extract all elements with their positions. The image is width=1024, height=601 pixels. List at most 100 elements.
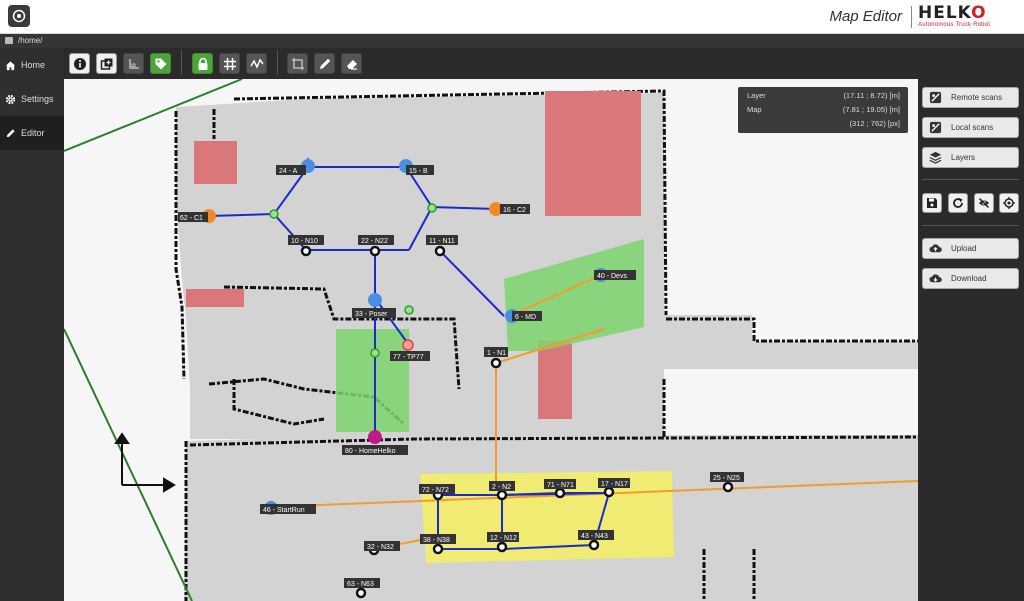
route-waypoint[interactable] (370, 348, 380, 358)
node-label: 46 - StartRun (263, 507, 305, 514)
route-node[interactable] (722, 481, 734, 493)
breadcrumb: /home/ (0, 34, 1024, 48)
pin-marker[interactable] (367, 430, 382, 444)
node-label: 22 - N22 (361, 238, 388, 245)
node-label: 12 - N12 (490, 535, 517, 542)
lock-icon (198, 57, 207, 70)
refresh-button[interactable] (948, 193, 968, 213)
route-node[interactable] (355, 587, 367, 599)
layers-icon (929, 151, 942, 164)
folder-icon (5, 37, 13, 44)
layer-label: Layer (747, 91, 766, 100)
info-button[interactable] (69, 53, 90, 74)
crop-icon (291, 57, 304, 70)
sidebar-item-settings[interactable]: Settings (0, 82, 64, 116)
map-canvas[interactable]: 24 - A 15 - B 62 - C1 16 - C2 10 - N10 2… (64, 79, 918, 601)
grid-icon (223, 57, 236, 70)
cloud-download-icon (929, 274, 942, 283)
app-logo-button[interactable] (8, 5, 30, 27)
breadcrumb-path[interactable]: /home/ (18, 36, 42, 45)
axis-button[interactable] (123, 53, 144, 74)
sidebar-item-editor[interactable]: Editor (0, 116, 64, 150)
remote-scans-button[interactable]: Remote scans (922, 87, 1019, 108)
route-waypoint[interactable] (402, 339, 414, 351)
map-coords-row: Map (7.81 ; 19.05) [m] (747, 105, 900, 117)
panel-divider (922, 179, 1019, 180)
route-node[interactable] (496, 541, 508, 553)
scan-icon (929, 121, 942, 134)
grid-button[interactable] (219, 53, 240, 74)
work-zone[interactable] (336, 329, 409, 432)
local-scans-label: Local scans (951, 123, 994, 132)
route-node[interactable] (490, 357, 502, 369)
editor-toolbar (64, 48, 1024, 79)
toggle-visibility-button[interactable] (974, 193, 994, 213)
px-coords-row: (312 ; 762) [px] (747, 119, 900, 131)
coordinates-panel: Layer (17.11 ; 8.72) [m] Map (7.81 ; 19.… (738, 87, 908, 133)
brand-tagline: Autonomous Truck Robot (918, 22, 991, 28)
route-node[interactable] (432, 543, 444, 555)
node-label: 1 - N1 (487, 350, 506, 357)
sidebar: Home Settings Editor (0, 48, 64, 601)
route-waypoint[interactable] (427, 203, 437, 213)
layers-button[interactable]: Layers (922, 147, 1019, 168)
route-node[interactable] (554, 487, 566, 499)
route-waypoint[interactable] (269, 209, 279, 219)
route-node[interactable] (588, 539, 600, 551)
sidebar-item-home[interactable]: Home (0, 48, 64, 82)
path-button[interactable] (246, 53, 267, 74)
route-node[interactable] (434, 245, 446, 257)
node-label: 15 - B (409, 168, 428, 175)
top-bar: Map Editor HELKO Autonomous Truck Robot (0, 0, 1024, 34)
node-label: 24 - A (279, 168, 298, 175)
save-button[interactable] (922, 193, 942, 213)
upload-label: Upload (951, 244, 977, 253)
route-node[interactable] (369, 245, 381, 257)
crop-button[interactable] (287, 53, 308, 74)
restricted-zone[interactable] (194, 141, 237, 184)
node-label: 72 - N72 (422, 487, 449, 494)
pencil-icon (6, 128, 15, 137)
node-label: 6 - MD (515, 314, 536, 321)
route-node[interactable] (496, 489, 508, 501)
locate-button[interactable] (999, 193, 1019, 213)
draw-button[interactable] (314, 53, 335, 74)
sidebar-item-label: Editor (21, 128, 45, 138)
cloud-upload-icon (929, 244, 942, 253)
node-label: 63 - N63 (347, 581, 374, 588)
gear-icon (5, 94, 16, 104)
node-label: 32 - N32 (367, 544, 394, 551)
remote-scans-label: Remote scans (951, 93, 1003, 102)
pin-marker[interactable] (367, 293, 382, 307)
map-value: (7.81 ; 19.05) [m] (842, 105, 900, 114)
restricted-zone[interactable] (186, 289, 244, 307)
layers-label: Layers (951, 153, 976, 162)
brand-logo: HELKO Autonomous Truck Robot (916, 3, 1012, 31)
upload-button[interactable]: Upload (922, 238, 1019, 259)
map-drawing: 24 - A 15 - B 62 - C1 16 - C2 10 - N10 2… (64, 79, 918, 601)
route-waypoint[interactable] (404, 305, 414, 315)
layers-copy-button[interactable] (96, 53, 117, 74)
layers-copy-icon (100, 58, 112, 70)
route-node[interactable] (603, 486, 615, 498)
axis-icon (128, 58, 139, 69)
local-scans-button[interactable]: Local scans (922, 117, 1019, 138)
eraser-button[interactable] (341, 53, 362, 74)
panel-divider (922, 225, 1019, 226)
tag-icon (155, 58, 166, 69)
download-label: Download (951, 274, 987, 283)
route-node[interactable] (300, 245, 312, 257)
restricted-zone[interactable] (538, 341, 572, 419)
node-label: 2 - N2 (492, 484, 511, 491)
refresh-icon (953, 198, 963, 208)
restricted-zone[interactable] (545, 91, 641, 216)
node-label: 10 - N10 (291, 238, 318, 245)
download-button[interactable]: Download (922, 268, 1019, 289)
lock-button[interactable] (192, 53, 213, 74)
px-value: (312 ; 762) [px] (849, 119, 900, 128)
node-label: 43 - N43 (581, 533, 608, 540)
node-label: 40 - Devs (597, 273, 627, 280)
tag-button[interactable] (150, 53, 171, 74)
scan-icon (929, 91, 942, 104)
toolbar-divider (181, 50, 182, 75)
